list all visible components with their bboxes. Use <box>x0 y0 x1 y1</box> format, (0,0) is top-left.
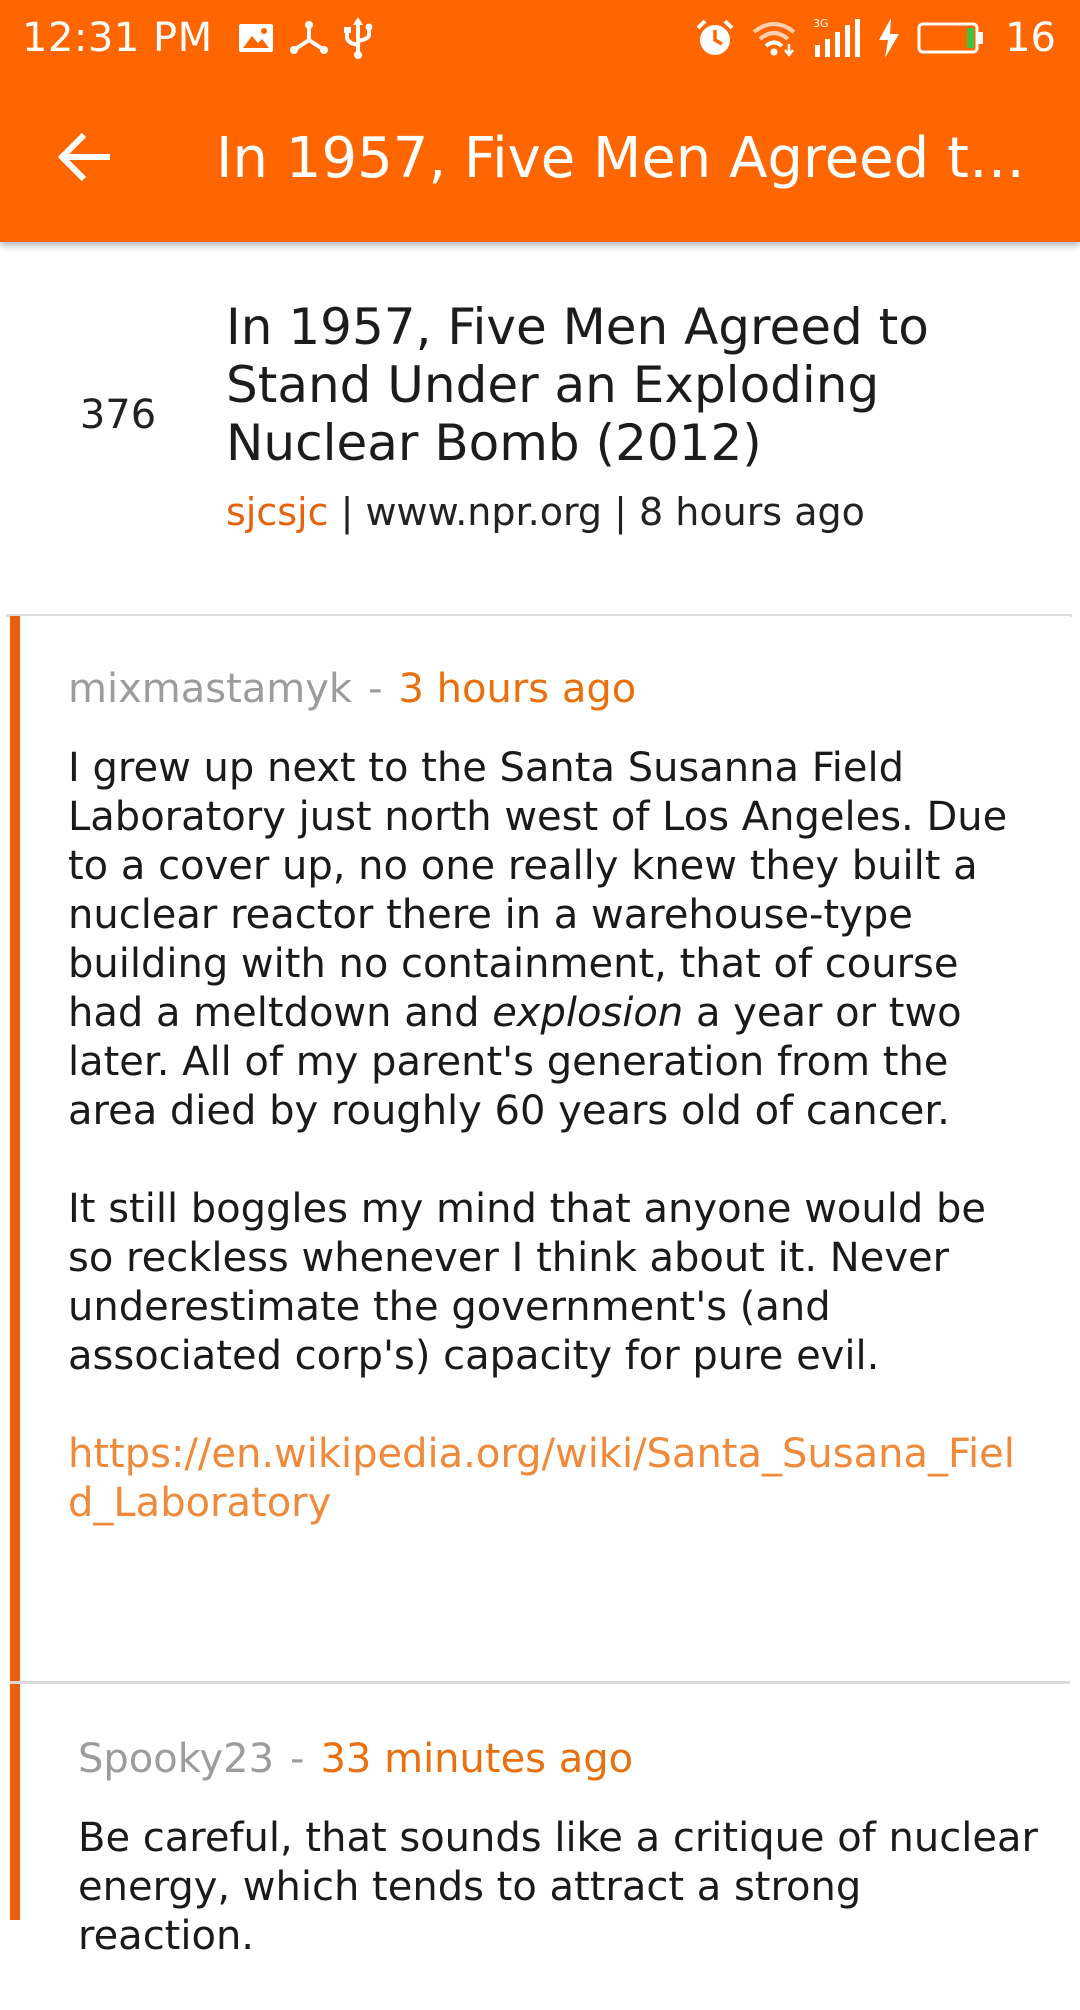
charging-icon <box>877 18 901 58</box>
comment-depth-bar <box>10 616 20 1681</box>
comment-body: Be careful, that sounds like a critique … <box>78 1814 1038 2010</box>
usb-icon <box>343 17 373 59</box>
story-author[interactable]: sjcsjc <box>226 490 329 534</box>
story-score: 376 <box>79 392 157 438</box>
meta-separator: | <box>328 490 366 534</box>
story-domain[interactable]: www.npr.org <box>365 490 602 534</box>
comment-time: 33 minutes ago <box>320 1736 634 1782</box>
battery-icon <box>917 21 985 55</box>
comment-separator: - <box>290 1736 305 1782</box>
story-header[interactable]: 376 In 1957, Five Men Agreed to Stand Un… <box>6 242 1072 617</box>
status-bar-left: 12:31 PM <box>22 15 387 61</box>
battery-level: 16 <box>1005 15 1056 61</box>
arrow-back-icon <box>57 132 112 185</box>
share-icon <box>289 20 329 56</box>
comment-time: 3 hours ago <box>398 666 637 712</box>
comment-separator: - <box>368 666 383 712</box>
status-bar: 12:31 PM 3G 16 <box>0 0 1080 76</box>
wifi-icon <box>751 18 797 58</box>
meta-separator: | <box>602 490 640 534</box>
app-bar: In 1957, Five Men Agreed to Stand Under … <box>0 76 1080 242</box>
comment-paragraph: I grew up next to the Santa Susanna Fiel… <box>68 744 1028 1136</box>
comment-author[interactable]: mixmastamyk <box>68 666 352 712</box>
story-time: 8 hours ago <box>639 490 865 534</box>
status-bar-right: 3G 16 <box>695 15 1056 61</box>
story-meta: sjcsjc | www.npr.org | 8 hours ago <box>226 490 865 534</box>
app-bar-title: In 1957, Five Men Agreed to Stand Under … <box>216 126 1050 191</box>
network-label: 3G <box>813 17 829 30</box>
comment-item[interactable]: mixmastamyk -3 hours ago I grew up next t… <box>10 616 1070 1684</box>
comment-header: mixmastamyk -3 hours ago <box>68 666 636 712</box>
comment-item[interactable]: Spooky23-33 minutes ago Be careful, that… <box>10 1684 1070 1959</box>
comment-paragraph: It still boggles my mind that anyone wou… <box>68 1186 986 1379</box>
status-time: 12:31 PM <box>22 15 213 61</box>
alarm-icon <box>695 18 735 58</box>
comment-depth-bar <box>10 1684 20 1920</box>
back-button[interactable] <box>52 126 118 192</box>
comment-link[interactable]: https://en.wikipedia.org/wiki/Santa_Susa… <box>68 1431 1015 1526</box>
comment-emphasis: explosion <box>492 990 684 1036</box>
story-title[interactable]: In 1957, Five Men Agreed to Stand Under … <box>226 298 1046 472</box>
comment-body: I grew up next to the Santa Susanna Fiel… <box>68 744 1028 1528</box>
signal-icon: 3G <box>813 17 861 59</box>
comment-header: Spooky23-33 minutes ago <box>78 1736 633 1782</box>
image-icon <box>237 22 275 54</box>
comment-author[interactable]: Spooky23 <box>78 1736 274 1782</box>
comment-paragraph: Be careful, that sounds like a critique … <box>78 1815 1038 1959</box>
